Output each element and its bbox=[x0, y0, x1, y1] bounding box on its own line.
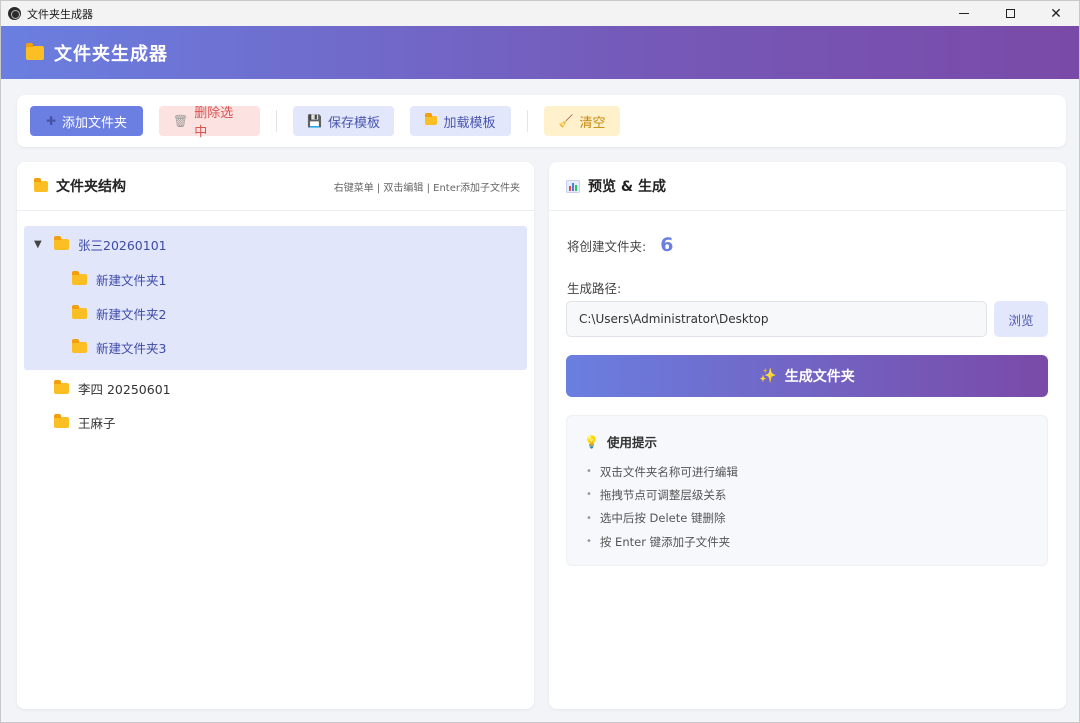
app-window: 文件夹生成器 ✕ 文件夹生成器 ✚ 添加文件夹 🗑 删除选中 💾 保存模板 加载… bbox=[0, 0, 1080, 723]
delete-selected-button[interactable]: 🗑 删除选中 bbox=[159, 106, 260, 140]
tip-text: 拖拽节点可调整层级关系 bbox=[599, 487, 727, 502]
tips-title: 使用提示 bbox=[606, 435, 657, 450]
panel-title: 文件夹结构 bbox=[56, 179, 126, 195]
tree-node-label: 新建文件夹3 bbox=[96, 340, 167, 356]
delete-selected-label: 删除选中 bbox=[194, 106, 234, 140]
maximize-button[interactable] bbox=[987, 1, 1033, 26]
plus-icon: ✚ bbox=[45, 114, 57, 128]
folder-count-value: 6 bbox=[660, 234, 674, 256]
tips-list: • 双击文件夹名称可进行编辑 • 拖拽节点可调整层级关系 • 选中后按 Delete … bbox=[586, 460, 738, 553]
sparkle-icon: ✨ bbox=[759, 368, 777, 384]
panel-hint: 右键菜单 | 双击编辑 | Enter添加子文件夹 bbox=[333, 182, 520, 194]
save-template-button[interactable]: 💾 保存模板 bbox=[293, 106, 394, 136]
folder-tree: ▼ 张三20260101 新建文件夹1 新建文件夹2 新建文件夹3 李四 202… bbox=[24, 226, 527, 439]
folder-icon bbox=[54, 235, 69, 250]
tree-node-label: 李四 20250601 bbox=[78, 381, 171, 397]
bullet-icon: • bbox=[586, 536, 592, 548]
minimize-icon bbox=[959, 13, 969, 14]
folder-icon bbox=[72, 270, 87, 285]
maximize-icon bbox=[1005, 9, 1015, 18]
toolbar-divider bbox=[276, 110, 277, 132]
output-path-input[interactable] bbox=[566, 301, 987, 337]
title-bar: 文件夹生成器 ✕ bbox=[1, 1, 1079, 26]
bullet-icon: • bbox=[586, 466, 592, 478]
add-folder-button[interactable]: ✚ 添加文件夹 bbox=[30, 106, 143, 136]
app-icon bbox=[8, 7, 21, 20]
tip-text: 按 Enter 键添加子文件夹 bbox=[599, 534, 731, 549]
app-header: 文件夹生成器 bbox=[1, 26, 1079, 79]
tree-node[interactable]: 新建文件夹1 bbox=[24, 262, 527, 296]
window-title: 文件夹生成器 bbox=[27, 7, 93, 21]
save-template-label: 保存模板 bbox=[327, 115, 380, 131]
generate-folders-button[interactable]: ✨ 生成文件夹 bbox=[566, 355, 1048, 397]
floppy-icon: 💾 bbox=[307, 114, 322, 128]
clear-button[interactable]: 🧹 清空 bbox=[544, 106, 620, 136]
load-template-label: 加载模板 bbox=[443, 115, 496, 131]
window-controls: ✕ bbox=[941, 1, 1079, 26]
panel-header: 文件夹结构 右键菜单 | 双击编辑 | Enter添加子文件夹 bbox=[17, 162, 534, 211]
panel-title: 预览 & 生成 bbox=[588, 179, 666, 195]
folder-count-row: 将创建文件夹: 6 bbox=[567, 234, 673, 256]
usage-tips-box: 💡 使用提示 • 双击文件夹名称可进行编辑 • 拖拽节点可调整层级关系 • 选中后按 … bbox=[566, 415, 1048, 566]
bullet-icon: • bbox=[586, 489, 592, 501]
broom-icon: 🧹 bbox=[558, 114, 574, 128]
output-path-label: 生成路径: bbox=[567, 281, 622, 296]
folder-icon bbox=[54, 379, 69, 394]
folder-count-label: 将创建文件夹: bbox=[567, 238, 647, 254]
tip-text: 选中后按 Delete 键删除 bbox=[599, 511, 726, 526]
tip-text: 双击文件夹名称可进行编辑 bbox=[599, 464, 738, 479]
toolbar: ✚ 添加文件夹 🗑 删除选中 💾 保存模板 加载模板 🧹 清空 bbox=[17, 95, 1066, 147]
folder-icon bbox=[26, 42, 44, 60]
folder-icon bbox=[34, 177, 48, 192]
generate-folders-label: 生成文件夹 bbox=[784, 369, 855, 385]
add-folder-label: 添加文件夹 bbox=[62, 115, 128, 131]
list-item: • 拖拽节点可调整层级关系 bbox=[586, 483, 738, 506]
close-button[interactable]: ✕ bbox=[1033, 1, 1079, 26]
header-title: 文件夹生成器 bbox=[54, 43, 168, 65]
toolbar-divider bbox=[527, 110, 528, 132]
list-item: • 按 Enter 键添加子文件夹 bbox=[586, 530, 738, 553]
tree-node-label: 新建文件夹1 bbox=[96, 272, 167, 288]
tree-node[interactable]: 李四 20250601 bbox=[24, 371, 527, 405]
tree-node[interactable]: 新建文件夹2 bbox=[24, 296, 527, 330]
folder-structure-panel: 文件夹结构 右键菜单 | 双击编辑 | Enter添加子文件夹 ▼ 张三2026… bbox=[17, 162, 534, 709]
chart-icon bbox=[566, 179, 580, 193]
trash-icon: 🗑 bbox=[173, 114, 189, 128]
tree-node[interactable]: 新建文件夹3 bbox=[24, 330, 527, 364]
tree-node-label: 王麻子 bbox=[78, 415, 116, 431]
folder-icon bbox=[72, 338, 87, 353]
minimize-button[interactable] bbox=[941, 1, 987, 26]
tips-header: 💡 使用提示 bbox=[584, 432, 657, 451]
folder-icon bbox=[72, 304, 87, 319]
tree-node[interactable]: 王麻子 bbox=[24, 405, 527, 439]
tree-node-label: 新建文件夹2 bbox=[96, 306, 167, 322]
chevron-down-icon[interactable]: ▼ bbox=[34, 239, 48, 250]
panel-header: 预览 & 生成 bbox=[549, 162, 1066, 211]
list-item: • 选中后按 Delete 键删除 bbox=[586, 507, 738, 530]
preview-generate-panel: 预览 & 生成 将创建文件夹: 6 生成路径: 浏览 ✨ 生成文件夹 💡 使用提… bbox=[549, 162, 1066, 709]
load-template-button[interactable]: 加载模板 bbox=[410, 106, 511, 136]
tree-selected-group: ▼ 张三20260101 新建文件夹1 新建文件夹2 新建文件夹3 bbox=[24, 226, 527, 370]
folder-icon bbox=[54, 413, 69, 428]
list-item: • 双击文件夹名称可进行编辑 bbox=[586, 460, 738, 483]
close-icon: ✕ bbox=[1050, 5, 1062, 22]
tree-node[interactable]: ▼ 张三20260101 bbox=[24, 226, 527, 262]
clear-label: 清空 bbox=[579, 115, 606, 131]
folder-open-icon bbox=[425, 113, 438, 128]
browse-button[interactable]: 浏览 bbox=[994, 301, 1048, 337]
tree-node-label: 张三20260101 bbox=[78, 237, 167, 253]
bullet-icon: • bbox=[586, 512, 592, 524]
lightbulb-icon: 💡 bbox=[584, 434, 599, 449]
